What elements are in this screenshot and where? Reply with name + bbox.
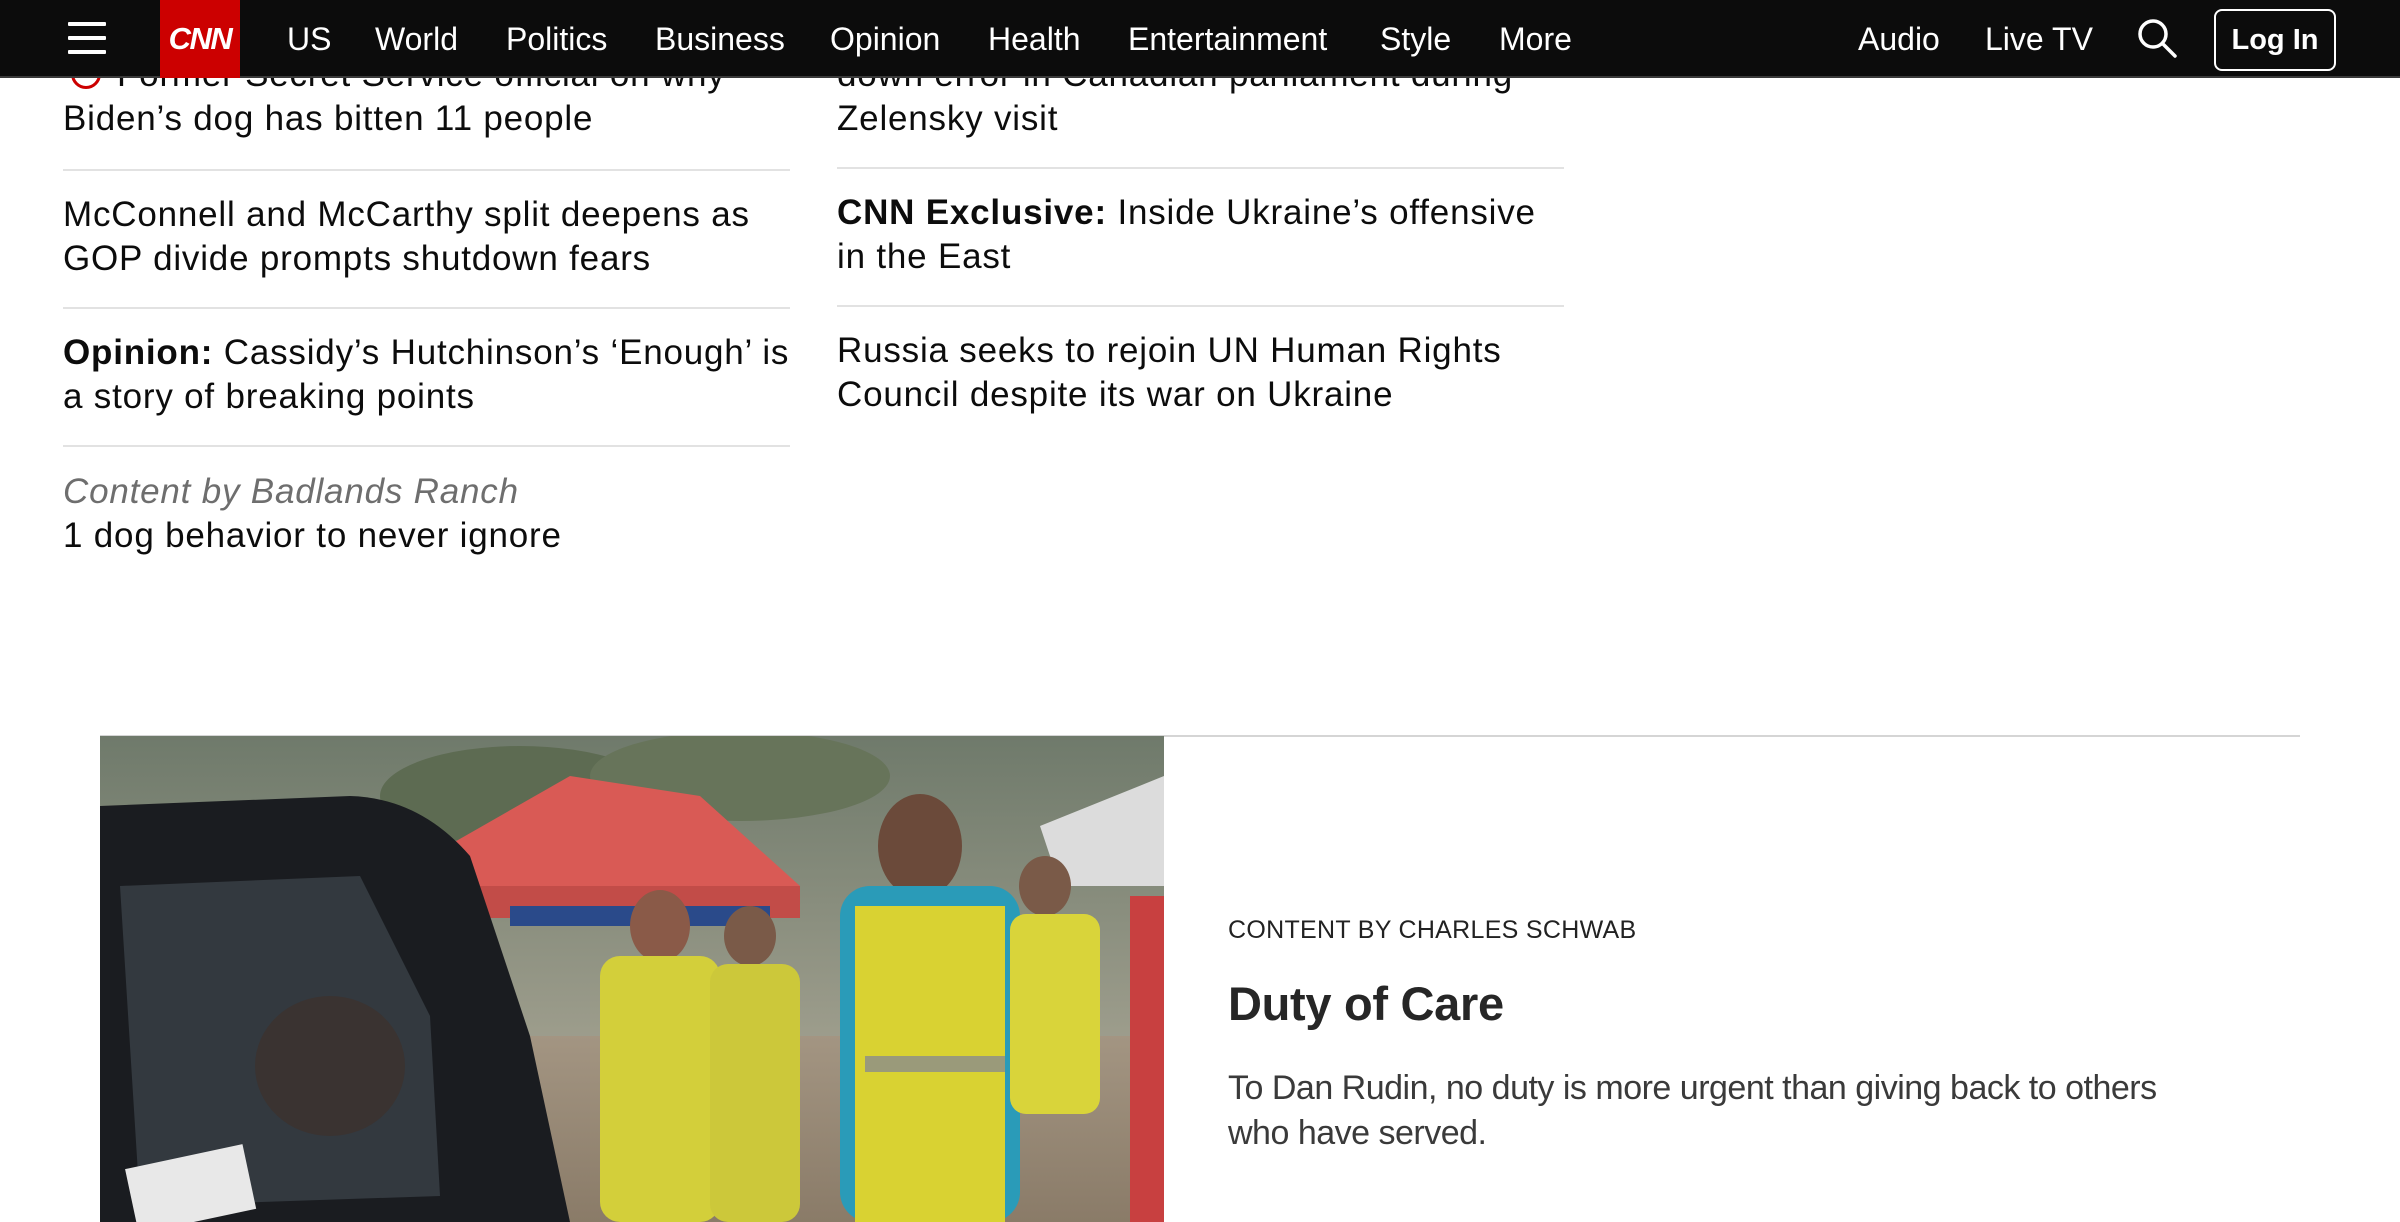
sponsored-headline-item[interactable]: Content by Badlands Ranch 1 dog behavior… xyxy=(63,470,790,558)
search-icon[interactable] xyxy=(2136,17,2178,59)
nav-item-audio[interactable]: Audio xyxy=(1858,0,1940,78)
log-in-button[interactable]: Log In xyxy=(2214,9,2336,71)
sponsor-label: Content by Badlands Ranch xyxy=(63,472,519,511)
headline-prefix: CNN Exclusive: xyxy=(837,193,1107,232)
nav-item-opinion[interactable]: Opinion xyxy=(830,0,940,78)
nav-item-politics[interactable]: Politics xyxy=(506,0,607,78)
menu-hamburger-icon[interactable] xyxy=(68,20,106,56)
sponsored-card-title[interactable]: Duty of Care xyxy=(1228,976,1504,1031)
cnn-logo[interactable]: CNN xyxy=(160,0,240,78)
nav-item-entertainment[interactable]: Entertainment xyxy=(1128,0,1327,78)
headline-text: Russia seeks to rejoin UN Human Rights C… xyxy=(837,331,1502,414)
headline-text: Biden’s dog has bitten 11 people xyxy=(63,99,594,138)
cnn-logo-text: CNN xyxy=(168,21,233,56)
sponsor-eyebrow: CONTENT BY CHARLES SCHWAB xyxy=(1228,916,1637,944)
nav-item-us[interactable]: US xyxy=(287,0,331,78)
headline-item[interactable]: McConnell and McCarthy split deepens as … xyxy=(63,193,790,281)
nav-item-style[interactable]: Style xyxy=(1380,0,1451,78)
divider xyxy=(63,169,790,171)
divider xyxy=(63,307,790,309)
headline-prefix: Opinion: xyxy=(63,333,214,372)
divider xyxy=(837,305,1564,307)
headline-item[interactable]: Opinion: Cassidy’s Hutchinson’s ‘Enough’… xyxy=(63,331,790,419)
headline-item[interactable]: CNN Exclusive: Inside Ukraine’s offensiv… xyxy=(837,191,1564,279)
nav-item-live-tv[interactable]: Live TV xyxy=(1985,0,2093,78)
headline-text: 1 dog behavior to never ignore xyxy=(63,516,562,555)
headline-text: McConnell and McCarthy split deepens as … xyxy=(63,195,750,278)
nav-item-world[interactable]: World xyxy=(375,0,458,78)
divider xyxy=(837,167,1564,169)
nav-item-health[interactable]: Health xyxy=(988,0,1081,78)
divider xyxy=(63,445,790,447)
sponsored-card-description: To Dan Rudin, no duty is more urgent tha… xyxy=(1228,1069,2157,1152)
nav-item-business[interactable]: Business xyxy=(655,0,785,78)
sponsored-card-image[interactable] xyxy=(100,736,1164,1222)
headline-text: Zelensky visit xyxy=(837,99,1059,138)
nav-item-more[interactable]: More xyxy=(1499,0,1572,78)
headline-item[interactable]: Russia seeks to rejoin UN Human Rights C… xyxy=(837,329,1564,417)
top-navigation-bar: CNN US World Politics Business Opinion H… xyxy=(0,0,2400,78)
